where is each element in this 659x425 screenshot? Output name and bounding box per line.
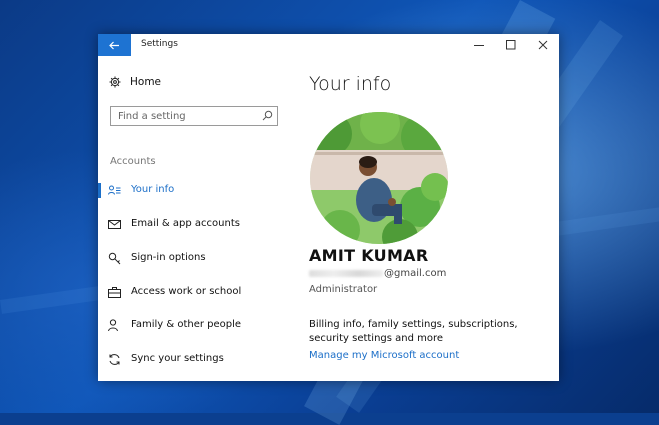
- settings-window: Settings Home Find a setting Accounts Yo…: [98, 34, 559, 381]
- close-button[interactable]: [527, 34, 559, 56]
- sidebar-item-family-other-people[interactable]: Family & other people: [98, 313, 296, 337]
- person-add-icon: [108, 319, 118, 332]
- briefcase-icon: [108, 287, 121, 298]
- manage-account-link[interactable]: Manage my Microsoft account: [309, 350, 459, 361]
- sidebar-item-label: Sync your settings: [131, 353, 224, 364]
- sync-icon: [109, 354, 120, 365]
- page-title: Your info: [309, 73, 392, 95]
- user-email: @gmail.com: [309, 268, 446, 279]
- accounts-section-heading: Accounts: [110, 156, 156, 167]
- window-title: Settings: [141, 39, 178, 49]
- main-content: Your info AMIT KUMAR @gmail.com Administ…: [296, 56, 559, 381]
- envelope-icon: [108, 220, 121, 229]
- home-nav-item[interactable]: Home: [109, 76, 161, 88]
- back-button[interactable]: [98, 34, 131, 56]
- gear-icon: [109, 76, 121, 88]
- sidebar: Home Find a setting Accounts Your info E…: [98, 56, 296, 381]
- key-icon: [108, 252, 121, 265]
- profile-photo: [310, 112, 448, 244]
- sidebar-item-sign-in-options[interactable]: Sign-in options: [98, 246, 296, 270]
- title-bar: Settings: [98, 34, 559, 56]
- sidebar-item-label: Your info: [131, 184, 175, 195]
- sidebar-item-your-info[interactable]: Your info: [98, 178, 296, 202]
- sidebar-item-sync-settings[interactable]: Sync your settings: [98, 347, 296, 371]
- sidebar-item-email-app-accounts[interactable]: Email & app accounts: [98, 212, 296, 236]
- user-email-domain: @gmail.com: [384, 268, 447, 279]
- user-role: Administrator: [309, 284, 378, 295]
- person-card-icon: [108, 185, 121, 195]
- arrow-left-icon: [109, 41, 119, 49]
- home-label: Home: [130, 76, 162, 88]
- billing-info-text: Billing info, family settings, subscript…: [309, 319, 518, 344]
- maximize-button[interactable]: [495, 34, 527, 56]
- close-icon: [538, 40, 548, 50]
- blurred-email-prefix: [309, 269, 383, 277]
- minimize-icon: [474, 45, 484, 46]
- search-input[interactable]: Find a setting: [110, 106, 278, 126]
- search-icon: [262, 110, 273, 121]
- search-placeholder: Find a setting: [118, 111, 186, 122]
- sidebar-item-label: Access work or school: [131, 286, 242, 297]
- sidebar-item-access-work-school[interactable]: Access work or school: [98, 280, 296, 304]
- sidebar-item-label: Email & app accounts: [131, 218, 240, 229]
- user-name: AMIT KUMAR: [309, 246, 429, 265]
- minimize-button[interactable]: [463, 34, 495, 56]
- sidebar-item-label: Family & other people: [131, 319, 242, 330]
- maximize-icon: [506, 40, 516, 50]
- sidebar-item-label: Sign-in options: [131, 252, 206, 263]
- avatar: [310, 112, 448, 244]
